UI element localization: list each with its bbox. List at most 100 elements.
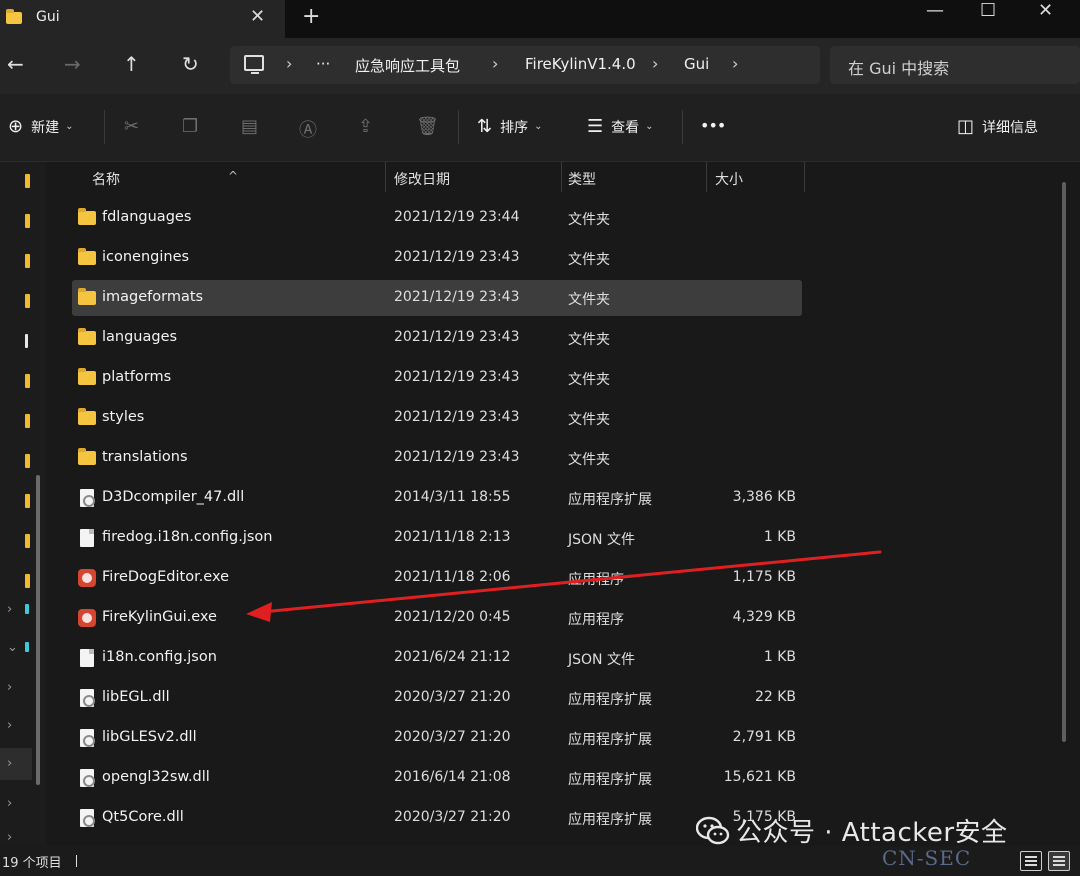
- file-row[interactable]: libGLESv2.dll 2020/3/27 21:20 应用程序扩展 2,791 …: [72, 720, 802, 756]
- refresh-button[interactable]: ↻: [182, 52, 199, 76]
- file-row[interactable]: FireKylinGui.exe 2021/12/20 0:45 应用程序 4,329…: [72, 600, 802, 636]
- search-input[interactable]: 在 Gui 中搜索: [830, 46, 1080, 84]
- file-row[interactable]: languages 2021/12/19 23:43 文件夹: [72, 320, 802, 356]
- file-list-scrollbar[interactable]: [1062, 182, 1066, 742]
- nav-folder-marker[interactable]: [25, 494, 30, 508]
- paste-icon[interactable]: ▤: [241, 116, 258, 137]
- close-tab-icon[interactable]: ✕: [250, 6, 265, 27]
- file-row[interactable]: fdlanguages 2021/12/19 23:44 文件夹: [72, 200, 802, 236]
- minimize-button[interactable]: —: [926, 0, 944, 21]
- column-divider[interactable]: [706, 162, 707, 192]
- maximize-button[interactable]: ☐: [980, 0, 996, 21]
- close-window-button[interactable]: ✕: [1038, 0, 1053, 21]
- chevron-right-icon[interactable]: ›: [7, 756, 12, 771]
- delete-icon[interactable]: 🗑: [416, 116, 439, 137]
- forward-button[interactable]: →: [64, 52, 81, 76]
- details-pane-button[interactable]: ◫ 详细信息: [957, 116, 1038, 137]
- search-placeholder: 在 Gui 中搜索: [848, 59, 950, 78]
- up-button[interactable]: ↑: [123, 52, 140, 76]
- address-bar[interactable]: › ··· 应急响应工具包 › FireKylinV1.4.0 › Gui ›: [230, 46, 820, 84]
- column-header-type[interactable]: 类型: [568, 169, 596, 189]
- rename-icon[interactable]: Ⓐ: [299, 116, 317, 142]
- breadcrumb-item-toolkit[interactable]: 应急响应工具包: [355, 55, 460, 76]
- column-divider[interactable]: [385, 162, 386, 192]
- file-date: 2021/6/24 21:12: [394, 649, 511, 665]
- folder-icon: [78, 328, 96, 347]
- file-name: i18n.config.json: [102, 649, 217, 665]
- file-date: 2020/3/27 21:20: [394, 729, 511, 745]
- nav-folder-marker[interactable]: [25, 414, 30, 428]
- file-list: 名称 ^ 修改日期 类型 大小 fdlanguages 2021/12/19 23…: [56, 162, 1066, 846]
- file-name: fdlanguages: [102, 209, 192, 225]
- chevron-down-icon[interactable]: ⌄: [7, 640, 18, 655]
- chevron-right-icon[interactable]: ›: [7, 680, 12, 695]
- navigation-scrollbar[interactable]: [36, 475, 40, 785]
- column-divider[interactable]: [804, 162, 805, 192]
- file-row[interactable]: platforms 2021/12/19 23:43 文件夹: [72, 360, 802, 396]
- nav-folder-marker[interactable]: [25, 334, 28, 348]
- chevron-right-icon[interactable]: ›: [7, 830, 12, 845]
- tab-gui[interactable]: Gui ✕: [0, 0, 285, 38]
- nav-folder-marker[interactable]: [25, 174, 30, 188]
- nav-folder-marker[interactable]: [25, 574, 30, 588]
- list-view-button[interactable]: [1048, 851, 1070, 871]
- file-type: 应用程序: [568, 572, 624, 588]
- column-header-row: 名称 ^ 修改日期 类型 大小: [56, 162, 1066, 194]
- sort-button[interactable]: ⇅ 排序 ⌄: [477, 116, 542, 137]
- file-row[interactable]: translations 2021/12/19 23:43 文件夹: [72, 440, 802, 476]
- nav-drive-icon: [25, 642, 29, 652]
- breadcrumb-item-gui[interactable]: Gui: [684, 55, 709, 73]
- chevron-right-icon[interactable]: ›: [7, 718, 12, 733]
- new-button[interactable]: ⊕ 新建 ⌄: [8, 116, 73, 137]
- chevron-right-icon: ›: [652, 54, 659, 73]
- file-name: FireDogEditor.exe: [102, 569, 230, 585]
- chevron-right-icon[interactable]: ›: [7, 796, 12, 811]
- file-row[interactable]: Qt5Core.dll 2020/3/27 21:20 应用程序扩展 5,175 KB: [72, 800, 802, 836]
- view-button[interactable]: ☰ 查看 ⌄: [587, 116, 654, 137]
- column-header-date[interactable]: 修改日期: [394, 169, 450, 189]
- share-icon[interactable]: ⇪: [358, 116, 373, 137]
- this-pc-icon: [244, 55, 264, 74]
- file-row[interactable]: iconengines 2021/12/19 23:43 文件夹: [72, 240, 802, 276]
- back-button[interactable]: ←: [7, 52, 24, 76]
- file-row[interactable]: i18n.config.json 2021/6/24 21:12 JSON 文件 1 …: [72, 640, 802, 676]
- file-row[interactable]: FireDogEditor.exe 2021/11/18 2:06 应用程序 1,17…: [72, 560, 802, 596]
- copy-icon[interactable]: ❐: [182, 116, 198, 137]
- file-row[interactable]: styles 2021/12/19 23:43 文件夹: [72, 400, 802, 436]
- file-name: translations: [102, 449, 188, 465]
- view-list-icon: ☰: [587, 116, 604, 137]
- file-type: 文件夹: [568, 212, 610, 228]
- document-icon: [78, 649, 96, 667]
- nav-folder-marker[interactable]: [25, 294, 30, 308]
- cut-icon[interactable]: ✂: [124, 116, 139, 137]
- file-size: 4,329 KB: [732, 609, 796, 625]
- column-header-size[interactable]: 大小: [715, 169, 743, 189]
- file-date: 2021/12/19 23:43: [394, 369, 520, 385]
- column-divider[interactable]: [561, 162, 562, 192]
- nav-folder-marker[interactable]: [25, 374, 30, 388]
- new-tab-button[interactable]: +: [302, 4, 320, 29]
- file-type: 应用程序: [568, 612, 624, 628]
- file-name: libEGL.dll: [102, 689, 170, 705]
- nav-folder-marker[interactable]: [25, 534, 30, 548]
- nav-folder-marker[interactable]: [25, 214, 30, 228]
- file-row[interactable]: libEGL.dll 2020/3/27 21:20 应用程序扩展 22 KB: [72, 680, 802, 716]
- file-size: 22 KB: [754, 689, 796, 705]
- breadcrumb-overflow[interactable]: ···: [316, 55, 330, 73]
- folder-icon: [78, 408, 96, 427]
- file-row[interactable]: opengl32sw.dll 2016/6/14 21:08 应用程序扩展 15,62…: [72, 760, 802, 796]
- nav-folder-marker[interactable]: [25, 454, 30, 468]
- file-row[interactable]: firedog.i18n.config.json 2021/11/18 2:13 J…: [72, 520, 802, 556]
- nav-folder-marker[interactable]: [25, 254, 30, 268]
- breadcrumb-item-firekylin[interactable]: FireKylinV1.4.0: [525, 55, 636, 73]
- file-row[interactable]: imageformats 2021/12/19 23:43 文件夹: [72, 280, 802, 316]
- nav-selected-item[interactable]: [0, 748, 32, 780]
- file-type: 文件夹: [568, 332, 610, 348]
- more-options-button[interactable]: •••: [700, 116, 726, 135]
- details-view-button[interactable]: [1020, 851, 1042, 871]
- file-row[interactable]: D3Dcompiler_47.dll 2014/3/11 18:55 应用程序扩展 3…: [72, 480, 802, 516]
- column-header-name[interactable]: 名称: [92, 169, 120, 189]
- chevron-right-icon[interactable]: ›: [7, 602, 12, 617]
- file-name: languages: [102, 329, 178, 345]
- chevron-right-icon[interactable]: ›: [732, 54, 738, 73]
